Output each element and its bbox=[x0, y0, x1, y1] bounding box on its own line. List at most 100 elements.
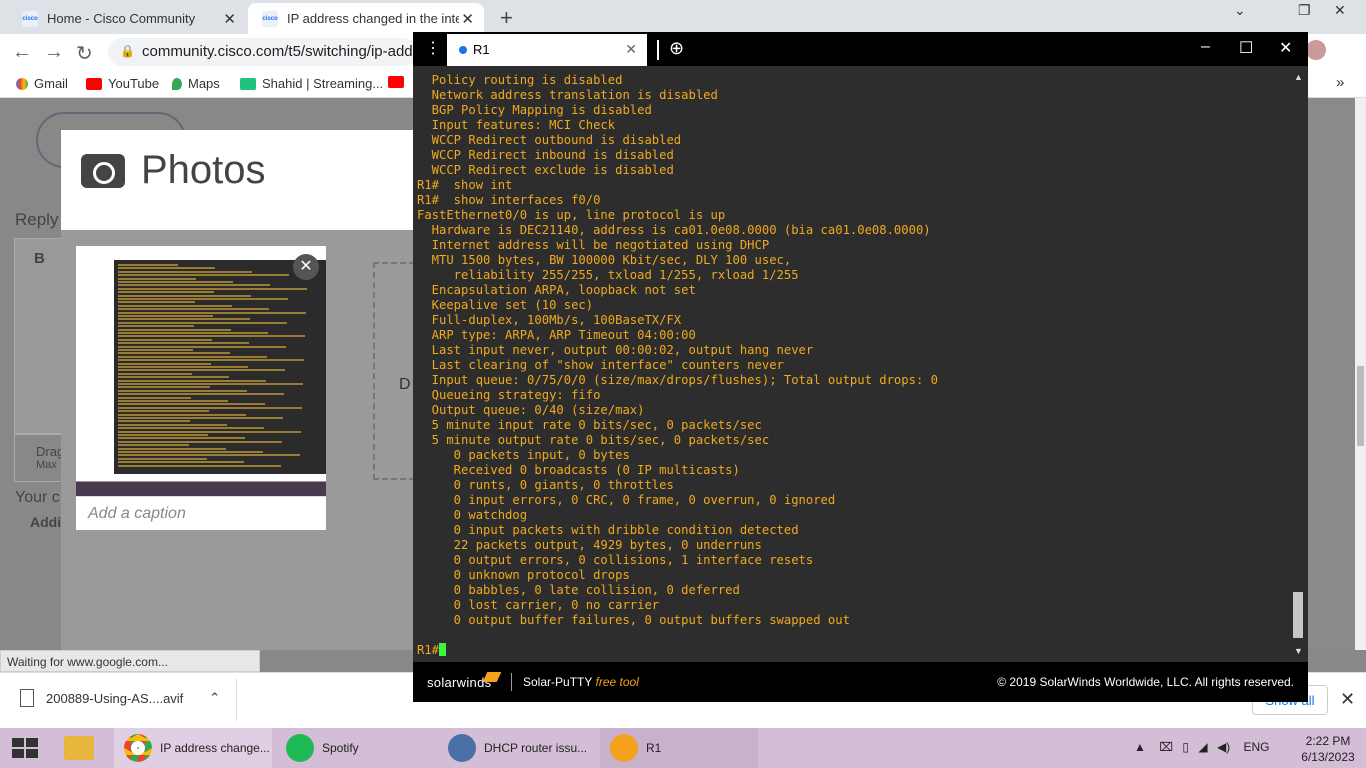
thumbnail-line bbox=[118, 383, 303, 385]
thumbnail-line bbox=[118, 440, 282, 443]
terminal-line: Queueing strategy: fifo bbox=[417, 388, 601, 402]
thumbnail-line bbox=[118, 304, 232, 307]
wifi-icon[interactable]: ◢ bbox=[1198, 740, 1207, 754]
more-bookmarks-icon[interactable]: » bbox=[1336, 74, 1344, 91]
taskbar-label: R1 bbox=[646, 741, 662, 755]
thumbnail-line bbox=[118, 359, 304, 362]
terminal-line: R1# show int bbox=[417, 178, 513, 192]
terminal-line: 0 output errors, 0 collisions, 1 interfa… bbox=[417, 553, 814, 567]
page-scrollbar[interactable] bbox=[1355, 98, 1366, 650]
bookmark-gmail[interactable]: Gmail bbox=[16, 76, 68, 91]
thumbnail-line bbox=[118, 270, 252, 273]
remove-photo-icon[interactable]: ✕ bbox=[293, 254, 319, 280]
menu-icon[interactable]: ⋮ bbox=[425, 38, 441, 58]
editor-area[interactable] bbox=[14, 238, 62, 434]
browser-tab-ip-address[interactable]: cisco IP address changed in the interfa … bbox=[248, 3, 484, 34]
clock[interactable]: 2:22 PM 6/13/2023 bbox=[1296, 733, 1360, 765]
bookmark-maps[interactable]: Maps bbox=[172, 76, 220, 91]
reload-icon[interactable]: ↻ bbox=[76, 41, 93, 66]
taskbar-putty[interactable]: R1 bbox=[600, 728, 758, 768]
terminal-line: Policy routing is disabled bbox=[417, 73, 623, 87]
photo-thumbnail[interactable]: ✕ bbox=[76, 246, 326, 496]
chevron-down-icon[interactable]: ⌄ bbox=[1234, 2, 1246, 19]
terminal-output[interactable]: Policy routing is disabled Network addre… bbox=[415, 70, 1288, 660]
thumbnail-line bbox=[118, 349, 193, 351]
avatar[interactable] bbox=[1306, 40, 1326, 60]
bookmark-youtube-2[interactable] bbox=[388, 76, 404, 88]
thumbnail-line bbox=[118, 284, 270, 287]
terminal-line: Keepalive set (10 sec) bbox=[417, 298, 594, 312]
terminal-line: 0 lost carrier, 0 no carrier bbox=[417, 598, 660, 612]
chevron-up-icon[interactable]: ⌃ bbox=[209, 690, 220, 706]
thumbnail-line bbox=[118, 332, 268, 334]
tab-title: Home - Cisco Community bbox=[47, 11, 196, 26]
thumbnail-line bbox=[118, 267, 215, 270]
taskbar-gns3[interactable]: DHCP router issu... bbox=[438, 728, 596, 768]
download-filename: 200889-Using-AS....avif bbox=[46, 690, 184, 706]
maximize-icon[interactable]: ☐ bbox=[1239, 38, 1253, 58]
taskbar-label: DHCP router issu... bbox=[484, 741, 588, 755]
folder-icon bbox=[64, 736, 94, 760]
back-icon[interactable]: ← bbox=[12, 41, 32, 64]
drop-zone[interactable]: D bbox=[373, 262, 415, 480]
divider bbox=[657, 40, 659, 60]
restore-icon[interactable]: ❐ bbox=[1298, 2, 1311, 19]
terminal-scrollbar[interactable]: ▲ ▼ bbox=[1290, 70, 1306, 660]
scroll-down-icon[interactable]: ▼ bbox=[1294, 646, 1303, 656]
bold-button[interactable]: B bbox=[34, 250, 45, 267]
download-item[interactable]: 200889-Using-AS....avif ⌃ bbox=[20, 689, 220, 707]
add-session-icon[interactable]: ⊕ bbox=[669, 38, 684, 59]
thumbnail-line bbox=[118, 389, 247, 392]
putty-footer: solarwinds Solar-PuTTY free tool © 2019 … bbox=[413, 662, 1308, 702]
your-label: Your c bbox=[15, 489, 60, 506]
close-window-icon[interactable]: ✕ bbox=[1334, 2, 1346, 19]
thumbnail-line bbox=[118, 386, 210, 389]
scrollbar-thumb[interactable] bbox=[1293, 592, 1303, 638]
caption-input[interactable]: Add a caption bbox=[76, 496, 326, 530]
terminal-line: reliability 255/255, txload 1/255, rxloa… bbox=[417, 268, 799, 282]
terminal-line: Input queue: 0/75/0/0 (size/max/drops/fl… bbox=[417, 373, 938, 387]
terminal-prompt[interactable]: R1# bbox=[417, 643, 1288, 658]
thumbnail-line bbox=[118, 342, 249, 345]
new-tab-button[interactable]: + bbox=[500, 5, 513, 31]
close-icon[interactable]: ✕ bbox=[461, 10, 474, 28]
show-hidden-icons-icon[interactable]: ▲ bbox=[1134, 740, 1146, 754]
battery-icon[interactable]: ▯ bbox=[1182, 740, 1189, 754]
bookmark-shahid[interactable]: Shahid | Streaming... bbox=[240, 76, 383, 91]
bookmark-label: Maps bbox=[188, 76, 220, 91]
taskbar-spotify[interactable]: Spotify bbox=[276, 728, 434, 768]
close-icon[interactable]: ✕ bbox=[223, 10, 236, 28]
network-icon[interactable]: ⌧ bbox=[1159, 740, 1173, 754]
cisco-icon: cisco bbox=[22, 10, 38, 27]
bookmark-label: YouTube bbox=[108, 76, 160, 91]
thumbnail-line bbox=[118, 277, 196, 280]
language-indicator[interactable]: ENG bbox=[1244, 740, 1270, 754]
youtube-icon bbox=[86, 77, 102, 90]
terminal-line: MTU 1500 bytes, BW 100000 Kbit/sec, DLY … bbox=[417, 253, 792, 267]
putty-tab-r1[interactable]: R1 ✕ bbox=[447, 34, 647, 66]
thumbnail-line bbox=[118, 430, 301, 433]
windows-start-icon[interactable] bbox=[12, 738, 38, 758]
taskbar-file-explorer[interactable] bbox=[54, 728, 110, 768]
url-text: community.cisco.com/t5/switching/ip-addr… bbox=[142, 43, 418, 60]
address-bar[interactable]: 🔒 community.cisco.com/t5/switching/ip-ad… bbox=[108, 38, 418, 66]
browser-tab-home[interactable]: cisco Home - Cisco Community ✕ bbox=[8, 3, 246, 34]
bookmark-youtube[interactable]: YouTube bbox=[86, 76, 159, 91]
scroll-up-icon[interactable]: ▲ bbox=[1294, 72, 1303, 82]
status-bar: Waiting for www.google.com... bbox=[0, 650, 260, 672]
spotify-icon bbox=[286, 734, 314, 762]
thumbnail-line bbox=[118, 406, 302, 409]
camera-icon bbox=[81, 154, 125, 188]
divider bbox=[236, 679, 237, 721]
scrollbar-thumb[interactable] bbox=[1357, 366, 1364, 446]
taskbar-chrome[interactable]: IP address change... bbox=[114, 728, 272, 768]
product-tag: free tool bbox=[595, 675, 639, 689]
volume-icon[interactable]: ◀) bbox=[1217, 740, 1230, 754]
terminal-line: 0 unknown protocol drops bbox=[417, 568, 630, 582]
google-icon bbox=[16, 77, 28, 90]
close-tab-icon[interactable]: ✕ bbox=[625, 41, 637, 58]
close-downloads-icon[interactable]: ✕ bbox=[1340, 689, 1355, 710]
forward-icon[interactable]: → bbox=[44, 41, 64, 64]
minimize-icon[interactable]: – bbox=[1201, 38, 1210, 56]
close-window-icon[interactable]: ✕ bbox=[1279, 38, 1292, 58]
